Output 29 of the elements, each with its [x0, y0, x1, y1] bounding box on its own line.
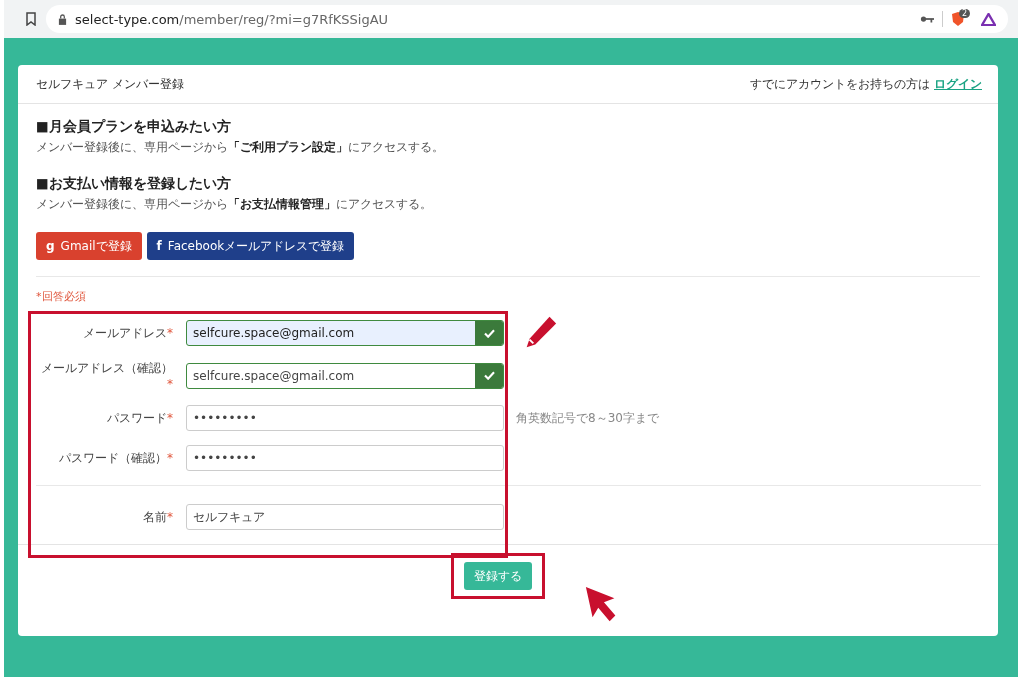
facebook-signup-button[interactable]: f Facebookメールアドレスで登録: [146, 232, 355, 260]
address-bar[interactable]: select-type.com/member/reg/?mi=g7RfKSSigAU 2: [46, 5, 1008, 33]
section-heading: ■月会員プランを申込みたい方: [36, 118, 232, 136]
section-text: メンバー登録後に、専用ページから「ご利用プラン設定」にアクセスする。: [36, 140, 445, 155]
field-label: パスワード（確認）*: [58, 449, 174, 467]
google-signup-button[interactable]: g Gmailで登録: [36, 232, 142, 260]
field-label: パスワード*: [106, 409, 174, 427]
triangle-icon[interactable]: [981, 12, 996, 26]
input-field[interactable]: セルフキュア: [186, 504, 504, 530]
shield-badge: 2: [959, 9, 971, 18]
required-note: *回答必須: [36, 289, 87, 304]
field-label: メールアドレス（確認） *: [40, 360, 174, 391]
page-title: セルフキュア メンバー登録: [36, 75, 185, 93]
url-text: select-type.com/member/reg/?mi=g7RfKSSigAU: [75, 11, 389, 27]
input-field[interactable]: selfcure.space@gmail.com: [186, 320, 504, 346]
bookmark-icon[interactable]: [26, 12, 36, 26]
input-field[interactable]: •••••••••: [186, 445, 504, 471]
field-label: メールアドレス*: [82, 324, 174, 342]
key-icon[interactable]: [920, 15, 934, 23]
field-label: 名前*: [142, 508, 174, 526]
check-icon: [483, 328, 495, 338]
lock-icon: [58, 13, 67, 25]
input-field[interactable]: selfcure.space@gmail.com: [186, 362, 504, 389]
section-heading: ■お支払い情報を登録したい方: [36, 175, 232, 193]
check-icon: [483, 371, 495, 380]
login-prompt: すでにアカウントをお持ちの方は: [750, 75, 930, 93]
field-hint: 角英数記号で8～30字まで: [516, 409, 659, 427]
input-field[interactable]: •••••••••: [186, 405, 504, 431]
section-text: メンバー登録後に、専用ページから「お支払情報管理」にアクセスする。: [36, 197, 433, 212]
